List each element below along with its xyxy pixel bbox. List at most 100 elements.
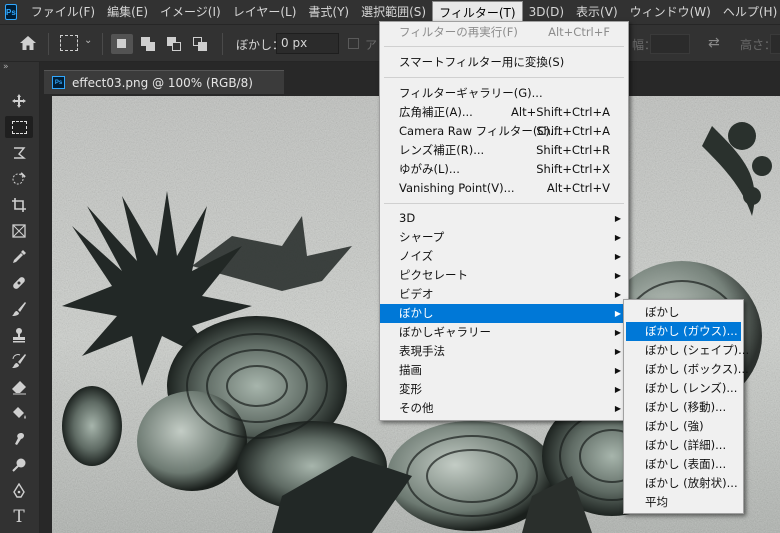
dodge-tool-icon[interactable] — [5, 454, 33, 476]
submenu-item-smart-blur[interactable]: ぼかし (詳細)... — [626, 436, 741, 455]
menu-item-stylize[interactable]: 表現手法 ▶ — [380, 342, 628, 361]
swap-icon[interactable]: ⇄ — [708, 35, 720, 51]
menu-item-label: ぼかし — [399, 306, 434, 320]
submenu-item-radial-blur[interactable]: ぼかし (放射状)... — [626, 474, 741, 493]
crop-tool-icon[interactable] — [5, 194, 33, 216]
menu-item-label: レンズ補正(R)... — [399, 143, 485, 157]
submenu-arrow-icon: ▶ — [614, 366, 621, 375]
submenu-item-shape-blur[interactable]: ぼかし (シェイプ)... — [626, 341, 749, 360]
menu-item-3d[interactable]: 3D ▶ — [380, 209, 628, 228]
menu-edit[interactable]: 編集(E) — [101, 1, 154, 23]
eraser-tool-icon[interactable] — [5, 376, 33, 398]
options-separator — [222, 33, 223, 55]
submenu-arrow-icon: ▶ — [614, 252, 621, 261]
intersect-selection-icon[interactable] — [189, 34, 211, 54]
menu-item-camera-raw[interactable]: Camera Raw フィルター(C)... Shift+Ctrl+A — [380, 122, 628, 141]
add-to-selection-icon[interactable] — [137, 34, 159, 54]
type-tool-icon[interactable]: T — [5, 506, 33, 528]
healing-brush-icon[interactable] — [5, 272, 33, 294]
menu-item-sharpen[interactable]: シャープ ▶ — [380, 228, 628, 247]
menu-item-convert-smart-filter[interactable]: スマートフィルター用に変換(S) — [380, 53, 628, 72]
menu-layer[interactable]: レイヤー(L) — [227, 1, 303, 23]
marquee-tool-icon[interactable] — [5, 116, 33, 138]
menu-item-liquify[interactable]: ゆがみ(L)... Shift+Ctrl+X — [380, 160, 628, 179]
menu-filter[interactable]: フィルター(T) — [432, 1, 523, 23]
submenu-arrow-icon: ▶ — [614, 347, 621, 356]
clone-stamp-icon[interactable] — [5, 324, 33, 346]
photoshop-logo-icon: Ps — [5, 4, 17, 20]
home-icon[interactable] — [19, 35, 37, 51]
submenu-arrow-icon: ▶ — [614, 271, 621, 280]
menu-separator — [384, 46, 624, 47]
smudge-tool-icon[interactable] — [5, 428, 33, 450]
antialias-checkbox[interactable] — [348, 38, 359, 49]
submenu-item-blur-more[interactable]: ぼかし (強) — [626, 417, 741, 436]
document-tab[interactable]: Ps effect03.png @ 100% (RGB/8) — [44, 70, 284, 94]
menu-item-vanishing-point[interactable]: Vanishing Point(V)... Alt+Ctrl+V — [380, 179, 628, 198]
collapse-panel-icon[interactable]: » — [3, 62, 9, 72]
height-input[interactable] — [770, 34, 780, 54]
menu-item-blur[interactable]: ぼかし ▶ — [380, 304, 628, 323]
menu-item-repeat-filter[interactable]: フィルターの再実行(F) Alt+Ctrl+F — [380, 23, 628, 42]
submenu-item-blur[interactable]: ぼかし — [626, 303, 741, 322]
pen-tool-icon[interactable] — [5, 480, 33, 502]
menu-item-label: 3D — [399, 211, 416, 225]
menu-item-render[interactable]: 描画 ▶ — [380, 361, 628, 380]
options-separator — [102, 33, 103, 55]
menu-item-label: ゆがみ(L)... — [399, 162, 460, 176]
submenu-item-gaussian-blur[interactable]: ぼかし (ガウス)... — [626, 322, 741, 341]
menu-item-lens-correction[interactable]: レンズ補正(R)... Shift+Ctrl+R — [380, 141, 628, 160]
submenu-item-lens-blur[interactable]: ぼかし (レンズ)... — [626, 379, 741, 398]
submenu-arrow-icon: ▶ — [614, 309, 621, 318]
submenu-item-motion-blur[interactable]: ぼかし (移動)... — [626, 398, 741, 417]
menu-item-shortcut: Alt+Ctrl+V — [546, 181, 610, 195]
menu-item-shortcut: Shift+Ctrl+A — [536, 124, 610, 138]
frame-tool-icon[interactable] — [5, 220, 33, 242]
subtract-from-selection-icon[interactable] — [163, 34, 185, 54]
menu-type[interactable]: 書式(Y) — [302, 1, 355, 23]
new-selection-icon[interactable] — [111, 34, 133, 54]
menu-item-label: ぼかしギャラリー — [399, 325, 491, 339]
feather-input[interactable]: 0 px — [276, 33, 339, 54]
menu-view[interactable]: 表示(V) — [570, 1, 624, 23]
menu-item-blur-gallery[interactable]: ぼかしギャラリー ▶ — [380, 323, 628, 342]
menu-item-label: Vanishing Point(V)... — [399, 181, 515, 195]
menu-item-adaptive-wide-angle[interactable]: 広角補正(A)... Alt+Shift+Ctrl+A — [380, 103, 628, 122]
width-input[interactable] — [650, 34, 690, 54]
menu-file[interactable]: ファイル(F) — [25, 1, 101, 23]
brush-tool-icon[interactable] — [5, 298, 33, 320]
menu-item-other[interactable]: その他 ▶ — [380, 399, 628, 418]
menu-item-label: ピクセレート — [399, 268, 468, 282]
eyedropper-tool-icon[interactable] — [5, 246, 33, 268]
menu-item-shortcut: Alt+Ctrl+F — [548, 25, 610, 39]
blur-submenu: ぼかし ぼかし (ガウス)... ぼかし (シェイプ)... ぼかし (ボックス… — [623, 299, 749, 514]
antialias-label: ア — [365, 38, 378, 52]
lasso-tool-icon[interactable] — [5, 142, 33, 164]
menu-item-label: シャープ — [399, 230, 445, 244]
menu-item-video[interactable]: ビデオ ▶ — [380, 285, 628, 304]
menu-help[interactable]: ヘルプ(H) — [717, 1, 780, 23]
submenu-item-average[interactable]: 平均 — [626, 493, 741, 512]
submenu-item-surface-blur[interactable]: ぼかし (表面)... — [626, 455, 741, 474]
menu-3d[interactable]: 3D(D) — [523, 1, 570, 23]
menu-separator — [384, 77, 624, 78]
paint-bucket-icon[interactable] — [5, 402, 33, 424]
menu-select[interactable]: 選択範囲(S) — [355, 1, 432, 23]
rect-marquee-preset-icon[interactable] — [60, 35, 78, 51]
menu-item-pixelate[interactable]: ピクセレート ▶ — [380, 266, 628, 285]
menu-item-shortcut: Shift+Ctrl+R — [536, 143, 610, 157]
menu-item-label: 変形 — [399, 382, 422, 396]
submenu-item-box-blur[interactable]: ぼかし (ボックス)... — [626, 360, 749, 379]
move-tool-icon[interactable] — [5, 90, 33, 112]
menu-image[interactable]: イメージ(I) — [154, 1, 227, 23]
photoshop-file-icon: Ps — [52, 76, 65, 89]
quick-select-tool-icon[interactable] — [5, 168, 33, 190]
menu-item-noise[interactable]: ノイズ ▶ — [380, 247, 628, 266]
options-separator — [48, 33, 49, 55]
menu-window[interactable]: ウィンドウ(W) — [624, 1, 717, 23]
chevron-down-icon[interactable]: ⌄ — [84, 35, 92, 46]
submenu-arrow-icon: ▶ — [614, 328, 621, 337]
menu-item-filter-gallery[interactable]: フィルターギャラリー(G)... — [380, 84, 628, 103]
history-brush-icon[interactable] — [5, 350, 33, 372]
menu-item-distort[interactable]: 変形 ▶ — [380, 380, 628, 399]
